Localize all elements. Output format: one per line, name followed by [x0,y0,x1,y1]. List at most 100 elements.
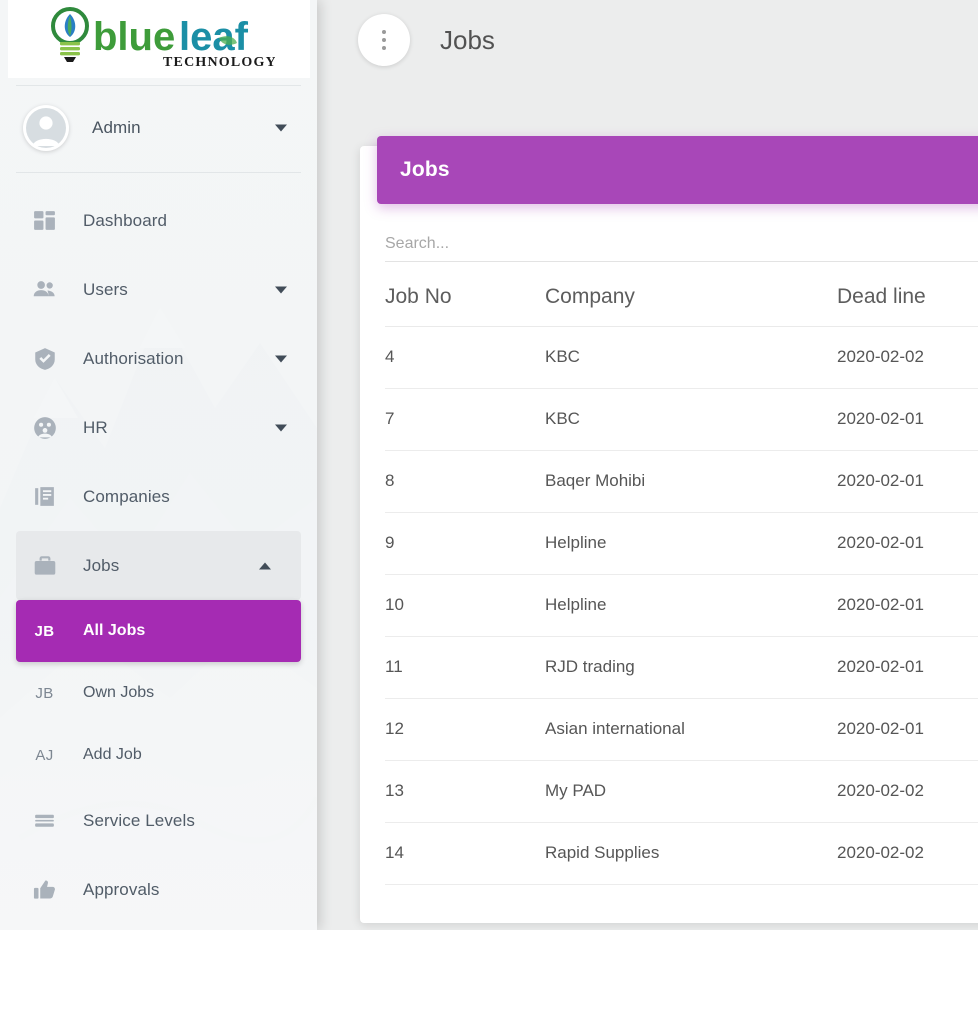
svg-text:TECHNOLOGY: TECHNOLOGY [163,55,275,70]
sidebar: blue leaf TECHNOLOGY Admin Dashboard Use… [0,0,317,930]
companies-icon [29,481,60,512]
subitem-abbr: AJ [35,746,54,764]
sidebar-user-name: Admin [92,118,141,137]
cell-deadline: 2020-02-01 [837,512,978,575]
sidebar-item-hr[interactable]: HR [0,393,317,462]
sidebar-item-jobs[interactable]: Jobs [16,531,301,600]
chevron-down-icon[interactable] [275,124,287,132]
sidebar-subitem-add-job[interactable]: AJ Add Job [0,724,317,786]
cell-company: Asian international [545,698,837,761]
svg-text:blue: blue [93,15,175,59]
chevron-down-icon[interactable] [275,355,287,362]
subitem-abbr: JB [35,684,54,702]
chevron-up-icon[interactable] [259,562,271,569]
thumbs-up-icon [29,874,60,905]
chevron-down-icon[interactable] [275,424,287,431]
cell-deadline: 2020-02-02 [837,822,978,885]
cell-job-no: 8 [385,450,545,513]
topbar: Jobs [317,0,978,80]
table-body: 4 KBC 2020-02-02 7 KBC 2020-02-01 8 Baqe… [385,326,978,885]
table-row[interactable]: 10 Helpline 2020-02-01 [385,574,978,637]
cell-company: My PAD [545,760,837,823]
cell-job-no: 4 [385,326,545,389]
sidebar-menu: Dashboard Users Authorisation HR Compani… [0,186,317,924]
logo-divider [16,85,301,86]
blueleaf-logo-icon: blue leaf TECHNOLOGY [43,6,275,72]
cell-job-no: 14 [385,822,545,885]
table-row[interactable]: 9 Helpline 2020-02-01 [385,512,978,575]
cell-company: Rapid Supplies [545,822,837,885]
sidebar-item-companies[interactable]: Companies [0,462,317,531]
subitem-abbr: JB [34,622,55,640]
cell-company: RJD trading [545,636,837,699]
sidebar-item-users[interactable]: Users [0,255,317,324]
sidebar-item-label: Approvals [83,879,160,899]
more-vertical-icon[interactable] [358,14,410,66]
table-row[interactable]: 12 Asian international 2020-02-01 [385,698,978,761]
sidebar-item-label: Service Levels [83,810,195,830]
service-levels-icon [29,805,60,836]
search-underline [385,261,978,262]
table-head: Job No Company Dead line [385,271,978,327]
sidebar-item-label: HR [83,417,108,437]
cell-job-no: 13 [385,760,545,823]
table-header-row: Job No Company Dead line [385,271,978,327]
sidebar-item-label: Jobs [83,555,120,575]
users-icon [29,274,60,305]
chevron-down-icon[interactable] [275,286,287,293]
cell-deadline: 2020-02-01 [837,574,978,637]
cell-job-no: 9 [385,512,545,575]
cell-job-no: 7 [385,388,545,451]
cell-company: Baqer Mohibi [545,450,837,513]
sidebar-user-menu[interactable]: Admin [0,97,317,159]
svg-text:leaf: leaf [179,15,249,59]
sidebar-subitem-own-jobs[interactable]: JB Own Jobs [0,662,317,724]
table-row[interactable]: 4 KBC 2020-02-02 [385,326,978,389]
search-input[interactable] [385,235,978,261]
cell-deadline: 2020-02-02 [837,326,978,389]
table-row[interactable]: 14 Rapid Supplies 2020-02-02 [385,822,978,885]
table-row[interactable]: 11 RJD trading 2020-02-01 [385,636,978,699]
column-header-job-no[interactable]: Job No [385,271,545,327]
cell-company: Helpline [545,512,837,575]
cell-company: Helpline [545,574,837,637]
cell-job-no: 11 [385,636,545,699]
cell-company: KBC [545,326,837,389]
sidebar-item-label: Dashboard [83,210,168,230]
avatar [23,105,69,151]
search-field [385,235,978,262]
subitem-label: Own Jobs [83,684,155,701]
sidebar-item-service-levels[interactable]: Service Levels [0,786,317,855]
people-circle-icon [29,412,60,443]
sidebar-item-authorisation[interactable]: Authorisation [0,324,317,393]
cell-company: KBC [545,388,837,451]
cell-job-no: 12 [385,698,545,761]
subitem-label: All Jobs [83,622,146,639]
sidebar-subitem-all-jobs[interactable]: JB All Jobs [16,600,301,662]
dot [382,38,386,42]
jobs-table: Job No Company Dead line 4 KBC 2020-02-0… [385,271,978,885]
table-row[interactable]: 13 My PAD 2020-02-02 [385,760,978,823]
brand-logo[interactable]: blue leaf TECHNOLOGY [8,0,310,78]
cell-deadline: 2020-02-02 [837,760,978,823]
app-viewport: blue leaf TECHNOLOGY Admin Dashboard Use… [0,0,978,930]
table-row[interactable]: 8 Baqer Mohibi 2020-02-01 [385,450,978,513]
card-header-banner: Jobs [377,136,978,204]
cell-deadline: 2020-02-01 [837,450,978,513]
sidebar-item-approvals[interactable]: Approvals [0,855,317,924]
column-header-deadline[interactable]: Dead line [837,271,978,327]
sidebar-item-label: Users [83,279,128,299]
column-header-company[interactable]: Company [545,271,837,327]
table-row[interactable]: 7 KBC 2020-02-01 [385,388,978,451]
sidebar-item-dashboard[interactable]: Dashboard [0,186,317,255]
briefcase-icon [29,550,60,581]
subitem-label: Add Job [83,746,142,763]
sidebar-item-label: Companies [83,486,170,506]
card-header-title: Jobs [400,158,450,181]
page-title: Jobs [440,24,495,55]
app-root: blue leaf TECHNOLOGY Admin Dashboard Use… [0,0,978,1028]
cell-deadline: 2020-02-01 [837,388,978,451]
dot [382,30,386,34]
cell-deadline: 2020-02-01 [837,636,978,699]
dot [382,46,386,50]
